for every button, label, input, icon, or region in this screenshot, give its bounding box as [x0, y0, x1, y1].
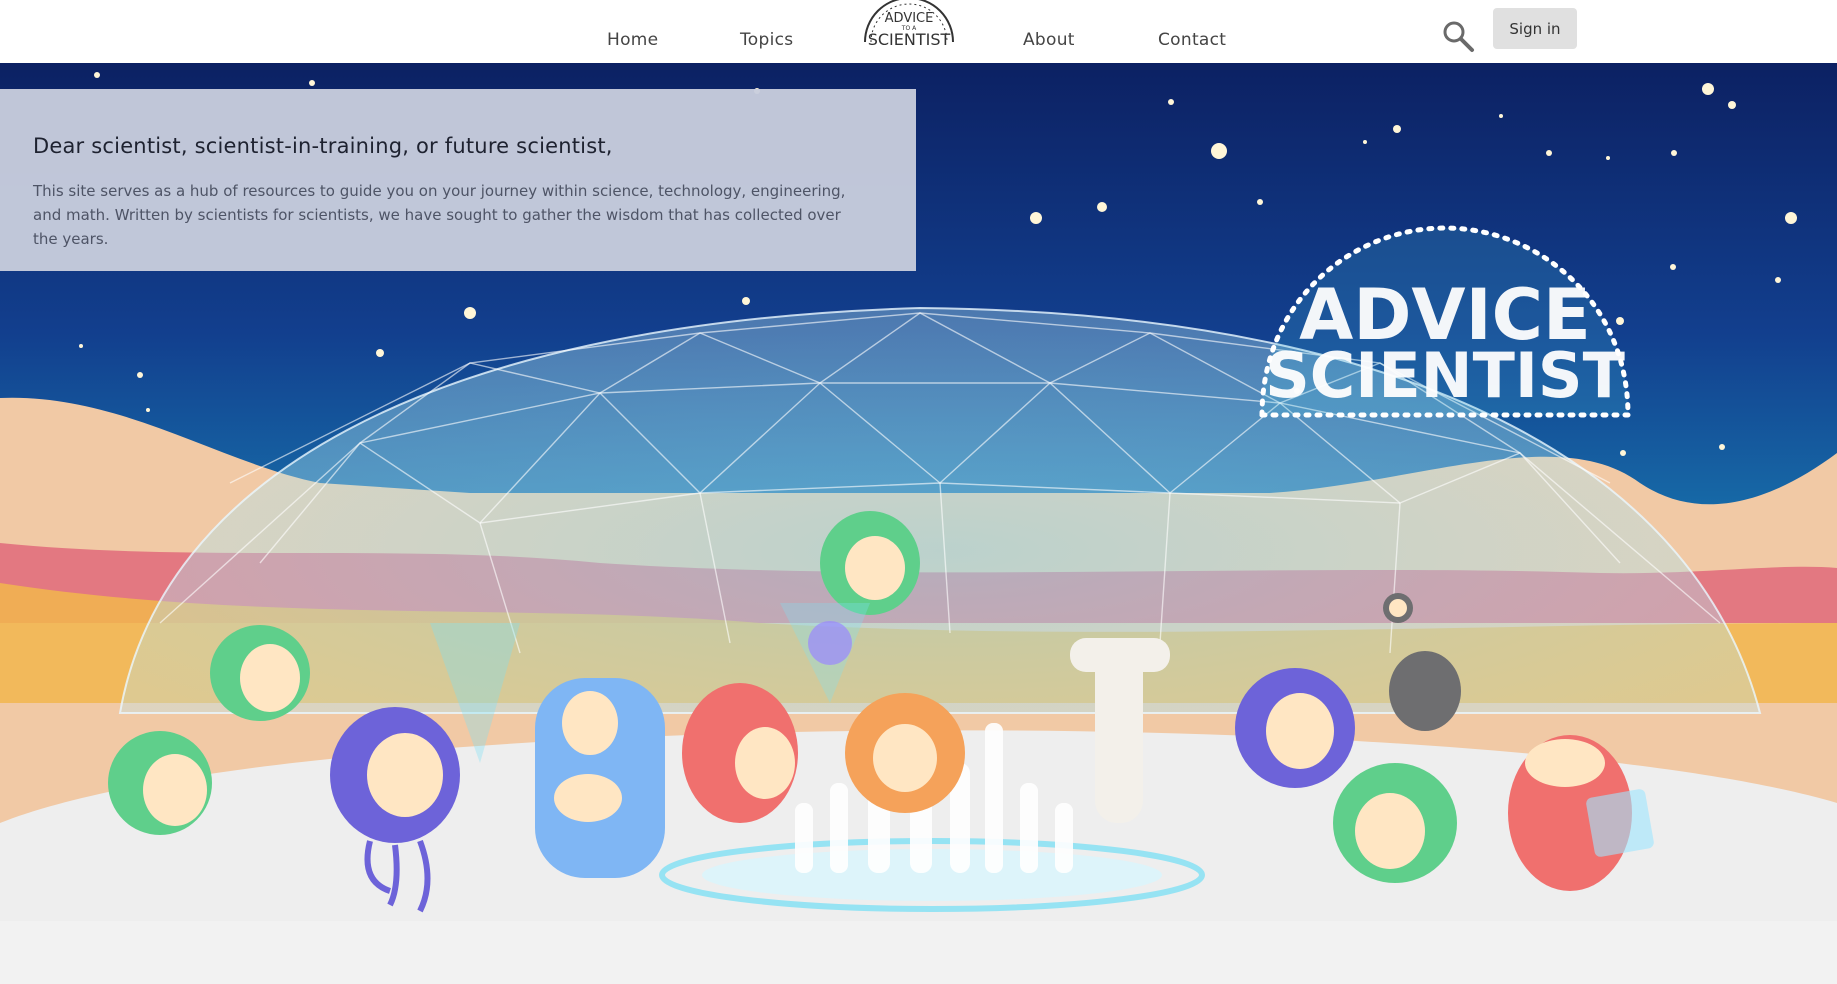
svg-text:SCIENTIST: SCIENTIST: [1265, 339, 1625, 412]
nav-home-link[interactable]: Home: [607, 30, 658, 50]
logo-scientist-lettering: SCIENTIST: [868, 30, 951, 49]
intro-card: Dear scientist, scientist-in-training, o…: [0, 89, 916, 271]
nav-about-link[interactable]: About: [1023, 30, 1075, 50]
intro-heading: Dear scientist, scientist-in-training, o…: [33, 134, 613, 158]
intro-paragraph: This site serves as a hub of resources t…: [33, 182, 846, 248]
nav-contact-link[interactable]: Contact: [1158, 30, 1226, 50]
page-bottom-area: [0, 921, 1837, 984]
advice-to-a-scientist-logo[interactable]: ADVICE TO A SCIENTIST: [857, 0, 961, 54]
top-navigation-bar: Home Topics ADVICE TO A SCIENTIST About …: [0, 0, 1837, 63]
sign-in-button[interactable]: Sign in: [1493, 8, 1577, 49]
hero-illustration: ADVICE SCIENTIST Dear scientist, scienti…: [0, 63, 1837, 921]
logo-advice-lettering: ADVICE: [885, 11, 934, 26]
nav-topics-link[interactable]: Topics: [740, 30, 793, 50]
search-icon[interactable]: [1441, 19, 1475, 53]
